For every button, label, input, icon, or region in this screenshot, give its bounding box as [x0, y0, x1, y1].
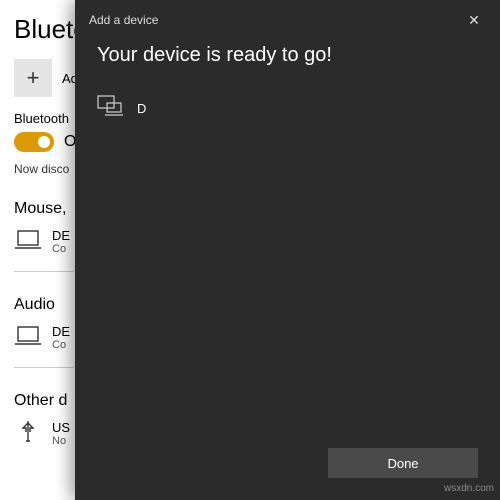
usb-icon: [14, 420, 42, 444]
laptop-icon: [14, 324, 42, 348]
laptop-icon: [14, 228, 42, 252]
ready-message: Your device is ready to go!: [97, 44, 478, 67]
device-sub: Co: [52, 243, 70, 255]
done-button[interactable]: Done: [328, 448, 478, 478]
separator: [14, 367, 74, 368]
add-device-dialog: Add a device ✕ Your device is ready to g…: [75, 0, 500, 500]
monitor-laptop-icon: [97, 95, 123, 122]
device-sub: Co: [52, 339, 70, 351]
close-icon[interactable]: ✕: [454, 6, 494, 34]
device-name: DE: [52, 324, 70, 339]
separator: [14, 271, 74, 272]
device-name: DE: [52, 228, 70, 243]
bluetooth-toggle[interactable]: [14, 132, 54, 152]
dialog-title: Add a device: [89, 13, 158, 27]
plus-icon[interactable]: +: [14, 59, 52, 97]
paired-device-item[interactable]: D: [97, 95, 478, 122]
dialog-header: Add a device ✕: [75, 0, 500, 40]
paired-device-label: D: [137, 101, 146, 116]
device-name: US: [52, 420, 70, 435]
device-sub: No: [52, 435, 70, 447]
watermark: wsxdn.com: [444, 483, 494, 494]
